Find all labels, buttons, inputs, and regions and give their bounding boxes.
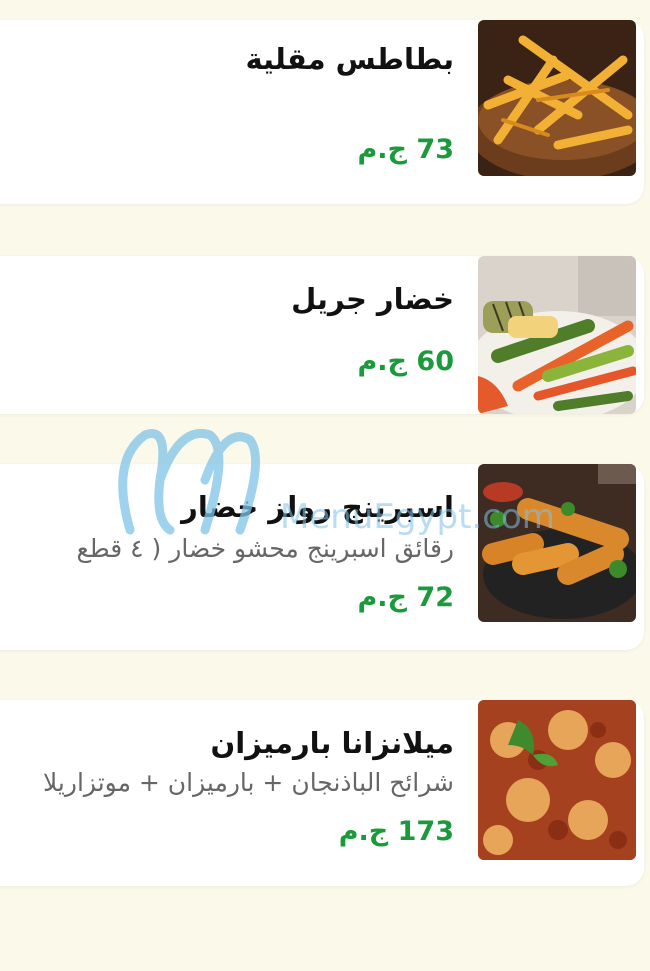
item-price: 72 ج.م bbox=[357, 582, 454, 613]
eggplant-parmesan-photo bbox=[478, 700, 636, 860]
item-title: بطاطس مقلية bbox=[245, 42, 454, 76]
menu-item-card[interactable]: ميلانزانا بارميزان شرائح الباذنجان + بار… bbox=[0, 700, 644, 886]
item-title: خضار جريل bbox=[291, 282, 454, 316]
fries-photo bbox=[478, 20, 636, 176]
item-price: 173 ج.م bbox=[338, 816, 454, 847]
item-title: اسبرينج رولز خضار bbox=[181, 490, 454, 524]
item-description: رقائق اسبرينج محشو خضار ( ٤ قطع bbox=[76, 534, 454, 563]
item-price: 73 ج.م bbox=[357, 134, 454, 165]
spring-rolls-photo bbox=[478, 464, 636, 622]
item-title: ميلانزانا بارميزان bbox=[210, 726, 454, 760]
menu-item-card[interactable]: بطاطس مقلية 73 ج.م bbox=[0, 20, 644, 204]
item-price: 60 ج.م bbox=[357, 346, 454, 377]
item-description: شرائح الباذنجان + بارميزان + موتزاريلا bbox=[43, 768, 454, 797]
menu-item-card[interactable]: خضار جريل 60 ج.م bbox=[0, 256, 644, 414]
grilled-vegetables-photo bbox=[478, 256, 636, 414]
menu-item-card[interactable]: اسبرينج رولز خضار رقائق اسبرينج محشو خضا… bbox=[0, 464, 644, 650]
